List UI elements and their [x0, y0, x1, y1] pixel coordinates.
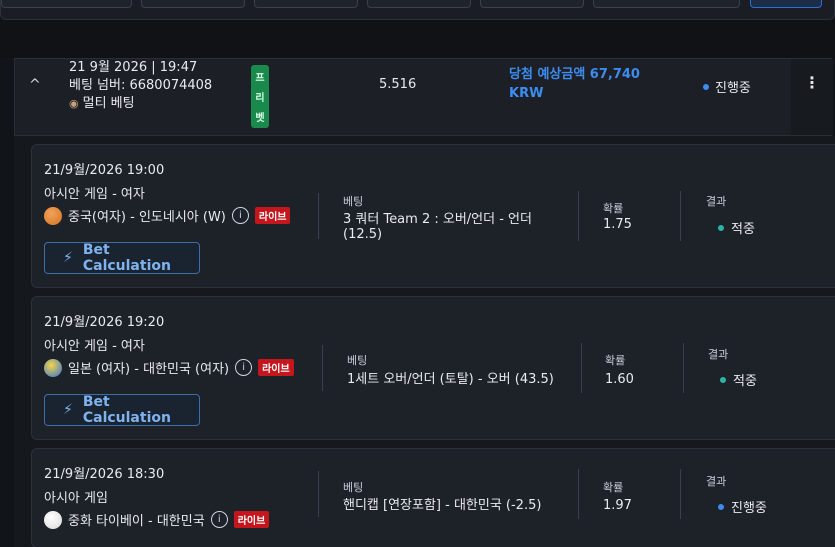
bet-label: 베팅 [343, 481, 364, 494]
divider [680, 469, 681, 519]
lightning-icon: ⚡ [63, 402, 73, 418]
match-name: 중국(여자) - 인도네시아 (W) [68, 210, 226, 225]
filter-chip[interactable] [480, 0, 584, 8]
result-value: 진행중 [731, 501, 767, 516]
divider [318, 471, 319, 517]
bet-type: ◉ 멀티 베팅 [69, 95, 212, 113]
match-name: 일본 (여자) - 대한민국 (여자) [68, 362, 230, 377]
bet-label: 베팅 [343, 195, 364, 208]
baseball-icon [44, 510, 62, 529]
more-options-button[interactable]: ⋮ [791, 59, 833, 135]
live-badge: 라이브 [233, 511, 270, 528]
bet-meta: 21 9월 2026 | 19:47 베팅 넘버: 6680074408 ◉ 멀… [69, 59, 212, 113]
bet-calculation-button[interactable]: ⚡ Bet Calculation [44, 242, 200, 274]
potential-win-amount: 당첨 예상금액 67,740 [509, 67, 640, 82]
selection-league: 아시아 게임 [44, 491, 108, 506]
divider [318, 193, 319, 239]
bet-market: 핸디캡 [연장포함] - 대한민국 (-2.5) [343, 498, 573, 513]
freebet-char: 벳 [255, 112, 265, 124]
divider [581, 343, 582, 393]
bet-market-line: 3 쿼터 Team 2 : 오버/언더 - 언더 [343, 212, 532, 227]
bet-summary-row[interactable]: ^ 21 9월 2026 | 19:47 베팅 넘버: 6680074408 ◉… [14, 58, 833, 136]
total-odds: 5.516 [379, 77, 417, 92]
bet-calculation-label: Bet Calculation [82, 242, 171, 274]
kebab-icon: ⋮ [804, 73, 820, 92]
selection-match: 중국(여자) - 인도네시아 (W) i 라이브 [44, 206, 291, 225]
filter-chip[interactable] [593, 0, 740, 8]
selection-card: 21/9월/2026 18:30 아시아 게임 중화 타이베이 - 대한민국 i… [31, 448, 835, 547]
divider [578, 191, 579, 241]
bet-datetime: 21 9월 2026 | 19:47 [69, 60, 198, 75]
volleyball-icon [44, 358, 62, 377]
info-icon[interactable]: i [210, 511, 228, 528]
selection-result: 진행중 [718, 497, 767, 516]
selection-date: 21/9월/2026 19:20 [44, 315, 165, 330]
bet-market: 1세트 오버/언더 (토탈) - 오버 (43.5) [347, 372, 577, 387]
selection-date: 21/9월/2026 19:00 [44, 163, 165, 178]
freebet-char: 프 [255, 73, 265, 85]
result-dot-icon [720, 376, 726, 383]
freebet-char: 리 [255, 92, 265, 104]
result-value: 적중 [731, 222, 755, 237]
odds-label: 확률 [603, 481, 624, 494]
lightning-icon: ⚡ [63, 250, 73, 266]
bet-status: 진행중 [703, 77, 751, 96]
filter-chip[interactable] [254, 0, 358, 8]
result-dot-icon [718, 224, 724, 231]
selection-match: 중화 타이베이 - 대한민국 i 라이브 [44, 510, 270, 529]
multi-bet-icon: ◉ [69, 97, 79, 110]
selection-odds: 1.60 [605, 372, 634, 387]
chevron-up-icon[interactable]: ^ [29, 77, 41, 93]
result-label: 결과 [706, 195, 727, 208]
selection-match: 일본 (여자) - 대한민국 (여자) i 라이브 [44, 358, 294, 377]
result-label: 결과 [706, 475, 727, 488]
bet-market-line: (12.5) [343, 227, 383, 242]
basketball-icon [44, 206, 62, 225]
selection-result: 적중 [718, 218, 755, 237]
selection-league: 아시안 게임 - 여자 [44, 339, 145, 354]
divider [680, 191, 681, 241]
potential-win: 당첨 예상금액 67,740 KRW [509, 65, 679, 103]
bet-status-label: 진행중 [715, 81, 751, 96]
filter-bar [0, 0, 835, 20]
live-badge: 라이브 [258, 359, 294, 376]
potential-win-currency: KRW [509, 86, 544, 101]
divider [322, 345, 323, 391]
odds-label: 확률 [603, 202, 624, 215]
divider [683, 343, 684, 393]
selection-league: 아시안 게임 - 여자 [44, 187, 145, 202]
result-value: 적중 [733, 374, 757, 389]
freebet-badge: 프 리 벳 [251, 65, 269, 128]
filter-chip[interactable] [141, 0, 245, 8]
selection-odds: 1.75 [603, 217, 632, 232]
match-name: 중화 타이베이 - 대한민국 [68, 514, 205, 529]
live-badge: 라이브 [254, 207, 291, 224]
info-icon[interactable]: i [231, 207, 249, 224]
odds-label: 확률 [605, 354, 626, 367]
selection-card: 21/9월/2026 19:20 아시안 게임 - 여자 일본 (여자) - 대… [31, 296, 835, 440]
spacer [0, 20, 835, 58]
bet-market: 3 쿼터 Team 2 : 오버/언더 - 언더 (12.5) [343, 212, 573, 242]
info-icon[interactable]: i [235, 359, 253, 376]
filter-chip[interactable] [367, 0, 471, 8]
bet-label: 베팅 [347, 354, 368, 367]
bet-market-line: 핸디캡 [연장포함] - 대한민국 (-2.5) [343, 498, 542, 513]
bet-market-line: 1세트 오버/언더 (토탈) - 오버 (43.5) [347, 372, 554, 387]
selection-date: 21/9월/2026 18:30 [44, 467, 165, 482]
selection-odds: 1.97 [603, 498, 632, 513]
filter-apply-button[interactable] [750, 0, 822, 8]
selection-result: 적중 [720, 370, 757, 389]
divider [578, 469, 579, 519]
status-dot-icon [703, 83, 709, 90]
bet-type-label: 멀티 베팅 [82, 96, 135, 111]
bet-calculation-label: Bet Calculation [82, 394, 171, 426]
result-dot-icon [718, 503, 724, 510]
result-label: 결과 [708, 348, 729, 361]
bet-calculation-button[interactable]: ⚡ Bet Calculation [44, 394, 200, 426]
bet-number: 베팅 넘버: 6680074408 [69, 78, 213, 93]
selection-card: 21/9월/2026 19:00 아시안 게임 - 여자 중국(여자) - 인도… [31, 144, 835, 288]
filter-chip[interactable] [1, 0, 132, 8]
